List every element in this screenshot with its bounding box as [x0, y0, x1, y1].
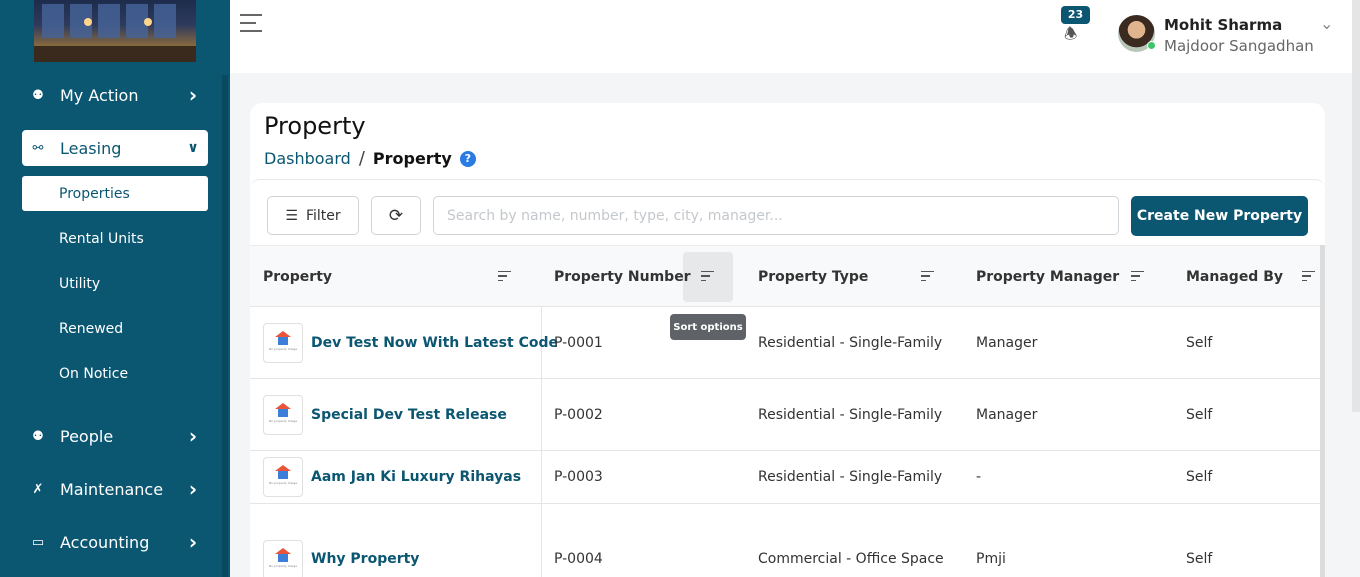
refresh-icon: ⟳	[388, 205, 404, 226]
sort-icon[interactable]	[1131, 267, 1149, 285]
property-number: P-0004	[554, 551, 603, 567]
sidebar-item-my-action[interactable]: ⚉ My Action ›	[22, 77, 208, 113]
create-new-property-button[interactable]: Create New Property	[1131, 196, 1308, 236]
table-row[interactable]: No property Image Dev Test Now With Late…	[250, 307, 1322, 379]
property-name-link[interactable]: Why Property	[311, 541, 419, 577]
property-name-link[interactable]: Aam Jan Ki Luxury Rihayas	[311, 451, 521, 503]
chevron-right-icon: ›	[188, 477, 198, 501]
property-type: Commercial - Office Space	[758, 551, 944, 567]
filter-button[interactable]: ☰ Filter	[267, 196, 359, 235]
sidebar-sub-on-notice[interactable]: On Notice	[22, 356, 208, 391]
property-image: No property Image	[263, 395, 303, 435]
property-number: P-0002	[554, 406, 603, 423]
help-icon[interactable]: ?	[459, 150, 476, 167]
table-row[interactable]: No property Image Special Dev Test Relea…	[250, 379, 1322, 451]
sidebar-sub-rental-units[interactable]: Rental Units	[22, 221, 208, 256]
column-header-managed-by[interactable]: Managed By	[1186, 246, 1283, 308]
sliders-icon: ☰	[285, 207, 298, 224]
breadcrumb: Dashboard / Property ?	[264, 148, 476, 169]
managed-by: Self	[1186, 469, 1213, 485]
bell-icon[interactable]: 🕭	[1064, 24, 1077, 49]
chevron-right-icon: ›	[188, 424, 198, 448]
wallet-icon: ▭	[31, 534, 45, 550]
managed-by: Self	[1186, 551, 1213, 567]
lock-icon: ⚯	[32, 140, 44, 156]
table-header: Property Property Number Property Type P…	[250, 245, 1322, 307]
table-row[interactable]: No property Image Aam Jan Ki Luxury Riha…	[250, 451, 1322, 504]
table-panel: ☰ Filter ⟳ Create New Property Property …	[250, 179, 1325, 577]
sidebar-item-maintenance[interactable]: ✗ Maintenance ›	[22, 471, 208, 507]
sidebar: ⚉ My Action › ⚯ Leasing ∨ Properties Ren…	[0, 0, 230, 577]
people-icon: ⚉	[32, 428, 44, 444]
property-manager: Manager	[976, 334, 1038, 351]
menu-toggle-icon[interactable]	[240, 14, 262, 32]
chevron-right-icon: ›	[188, 83, 198, 107]
column-header-property-type[interactable]: Property Type	[758, 246, 868, 308]
property-name-link[interactable]: Dev Test Now With Latest Code	[311, 307, 558, 378]
notification-badge: 23	[1061, 6, 1090, 24]
sidebar-item-leasing[interactable]: ⚯ Leasing ∨	[22, 130, 208, 166]
property-type: Residential - Single-Family	[758, 406, 943, 423]
sidebar-sub-renewed[interactable]: Renewed	[22, 311, 208, 346]
user-organization: Majdoor Sangadhan	[1164, 37, 1314, 55]
sort-icon[interactable]	[1302, 267, 1320, 285]
sort-icon[interactable]	[498, 267, 516, 285]
property-card: Property Dashboard / Property ? ☰ Filter…	[250, 103, 1325, 577]
chevron-right-icon: ›	[188, 530, 198, 554]
company-logo	[34, 0, 196, 62]
property-image: No property Image	[263, 323, 303, 363]
property-name-link[interactable]: Special Dev Test Release	[311, 379, 507, 450]
sidebar-scrollbar[interactable]	[222, 75, 228, 577]
sort-icon[interactable]	[921, 267, 939, 285]
table-scrollbar[interactable]	[1320, 245, 1325, 577]
user-name[interactable]: Mohit Sharma	[1164, 16, 1282, 34]
online-status-icon	[1147, 41, 1156, 50]
column-header-property-manager[interactable]: Property Manager	[976, 246, 1119, 308]
property-number: P-0003	[554, 469, 603, 485]
property-image: No property Image	[263, 540, 303, 577]
sidebar-item-accounting[interactable]: ▭ Accounting ›	[22, 524, 208, 560]
refresh-button[interactable]: ⟳	[371, 196, 421, 235]
breadcrumb-separator: /	[358, 148, 365, 169]
tools-icon: ✗	[32, 481, 44, 497]
property-type: Residential - Single-Family	[758, 469, 943, 485]
breadcrumb-current: Property	[372, 149, 452, 168]
house-icon	[275, 403, 291, 417]
property-image: No property Image	[263, 457, 303, 497]
property-type: Residential - Single-Family	[758, 334, 943, 351]
topbar: 23 🕭 Mohit Sharma Majdoor Sangadhan ⌄	[230, 0, 1360, 73]
user-icon: ⚉	[32, 87, 44, 103]
chevron-down-icon[interactable]: ⌄	[1320, 14, 1333, 33]
sort-options-tooltip: Sort options	[670, 314, 746, 340]
sidebar-item-people[interactable]: ⚉ People ›	[22, 418, 208, 454]
search-input[interactable]	[433, 196, 1119, 235]
chevron-down-icon: ∨	[187, 140, 199, 156]
table-row[interactable]: Why Property No property Image P-0004 Co…	[250, 504, 1322, 577]
property-number: P-0001	[554, 334, 603, 351]
sidebar-sub-utility[interactable]: Utility	[22, 266, 208, 301]
managed-by: Self	[1186, 406, 1213, 423]
property-manager: Pmji	[976, 551, 1006, 567]
column-header-property[interactable]: Property	[263, 246, 332, 308]
breadcrumb-dashboard[interactable]: Dashboard	[264, 149, 351, 168]
property-manager: Manager	[976, 406, 1038, 423]
property-manager: -	[976, 469, 982, 485]
house-icon	[275, 465, 291, 479]
sort-icon[interactable]	[701, 267, 719, 285]
house-icon	[275, 548, 291, 562]
sidebar-sub-properties[interactable]: Properties	[22, 176, 208, 211]
house-icon	[275, 331, 291, 345]
managed-by: Self	[1186, 334, 1213, 351]
page-title: Property	[264, 112, 366, 140]
page-scrollbar[interactable]	[1352, 0, 1360, 412]
column-header-property-number[interactable]: Property Number	[554, 246, 691, 308]
